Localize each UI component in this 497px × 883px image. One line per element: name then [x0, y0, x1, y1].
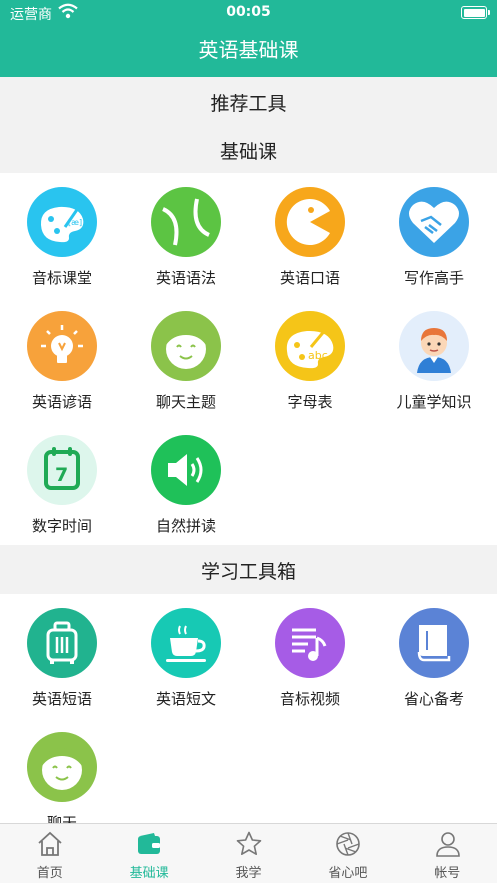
toolbox-item-phrases[interactable]: 英语短语: [0, 594, 124, 718]
status-bar: 运营商 00:05: [0, 0, 497, 26]
toolbox-item-phonetic-video[interactable]: 音标视频: [248, 594, 372, 718]
basic-item-phonetic[interactable]: [æ] 音标课堂: [0, 173, 124, 297]
tab-my-study[interactable]: 我学: [199, 824, 298, 883]
tab-label: 我学: [235, 866, 262, 881]
smiley-face-icon: [27, 732, 97, 802]
basic-item-label: 英语谚语: [31, 393, 92, 411]
basic-item-label: 数字时间: [31, 517, 92, 535]
toolbox-item-essays[interactable]: 英语短文: [124, 594, 248, 718]
basic-item-proverbs[interactable]: 英语谚语: [0, 297, 124, 421]
palette-abc-icon: abc: [275, 311, 345, 381]
basic-item-writing[interactable]: 写作高手: [372, 173, 496, 297]
music-list-icon: [275, 608, 345, 678]
person-icon: [434, 830, 462, 858]
basic-item-label: 自然拼读: [155, 517, 216, 535]
section-title-toolbox: 学习工具箱: [200, 561, 296, 583]
child-avatar-icon: [399, 311, 469, 381]
basic-item-label: 英语口语: [279, 269, 340, 287]
svg-text:abc: abc: [308, 349, 328, 362]
basic-item-speaking[interactable]: 英语口语: [248, 173, 372, 297]
basic-item-label: 儿童学知识: [396, 393, 472, 411]
tab-label: 帐号: [434, 866, 461, 881]
toolbox-item-label: 英语短语: [31, 690, 92, 708]
basic-item-label: 英语语法: [155, 269, 216, 287]
tab-basic-course[interactable]: 基础课: [99, 824, 198, 883]
wallet-icon: [135, 830, 163, 858]
nav-bar: 英语基础课: [0, 26, 497, 77]
tab-account[interactable]: 帐号: [398, 824, 497, 883]
basic-item-numbers-time[interactable]: 7 数字时间: [0, 421, 124, 545]
toolbox-item-label: 音标视频: [279, 690, 340, 708]
handshake-heart-icon: [399, 187, 469, 257]
home-icon: [36, 830, 64, 858]
toolbox-grid: 英语短语 英语短文 音标视频 省心备考 聊天: [0, 594, 497, 823]
smiley-face-icon: [151, 311, 221, 381]
tennis-ball-icon: [151, 187, 221, 257]
speaker-icon: [151, 435, 221, 505]
toolbox-item-chat[interactable]: 聊天: [0, 718, 124, 823]
basic-item-alphabet[interactable]: abc 字母表: [248, 297, 372, 421]
basic-item-label: 音标课堂: [31, 269, 92, 287]
tab-label: 省心吧: [328, 866, 368, 881]
basic-item-phonics[interactable]: 自然拼读: [124, 421, 248, 545]
page-title: 英语基础课: [198, 38, 299, 62]
tab-label: 首页: [36, 866, 63, 881]
toolbox-item-label: 聊天: [46, 814, 77, 823]
toolbox-item-label: 省心备考: [403, 690, 464, 708]
basic-course-grid: [æ] 音标课堂 英语语法 英语口语 写作高手 英语谚语 聊天主题 abc 字母…: [0, 173, 497, 545]
battery-icon: [461, 6, 487, 19]
basic-item-kids-knowledge[interactable]: 儿童学知识: [372, 297, 496, 421]
tab-worry-free[interactable]: 省心吧: [298, 824, 397, 883]
battery-tip: [488, 10, 490, 15]
basic-item-grammar[interactable]: 英语语法: [124, 173, 248, 297]
star-icon: [235, 830, 263, 858]
coffee-cup-icon: [151, 608, 221, 678]
section-title-recommend: 推荐工具: [210, 93, 287, 115]
section-title-basic: 基础课: [219, 141, 277, 163]
basic-item-label: 聊天主题: [155, 393, 216, 411]
tab-label: 基础课: [129, 866, 169, 881]
suitcase-icon: [27, 608, 97, 678]
tab-bar: 首页 基础课 我学 省心吧 帐号: [0, 823, 497, 883]
lightbulb-icon: [27, 311, 97, 381]
book-icon: [399, 608, 469, 678]
tab-home[interactable]: 首页: [0, 824, 99, 883]
svg-text:7: 7: [55, 464, 68, 486]
svg-text:[æ]: [æ]: [68, 218, 82, 227]
basic-item-chat-topics[interactable]: 聊天主题: [124, 297, 248, 421]
pacman-icon: [275, 187, 345, 257]
clock: 00:05: [226, 4, 271, 20]
toolbox-item-exam-prep[interactable]: 省心备考: [372, 594, 496, 718]
basic-item-label: 写作高手: [403, 269, 464, 287]
basic-item-label: 字母表: [287, 393, 333, 411]
aperture-icon: [334, 830, 362, 858]
calendar-seven-icon: 7: [27, 435, 97, 505]
toolbox-item-label: 英语短文: [155, 690, 216, 708]
palette-phonetic-icon: [æ]: [27, 187, 97, 257]
